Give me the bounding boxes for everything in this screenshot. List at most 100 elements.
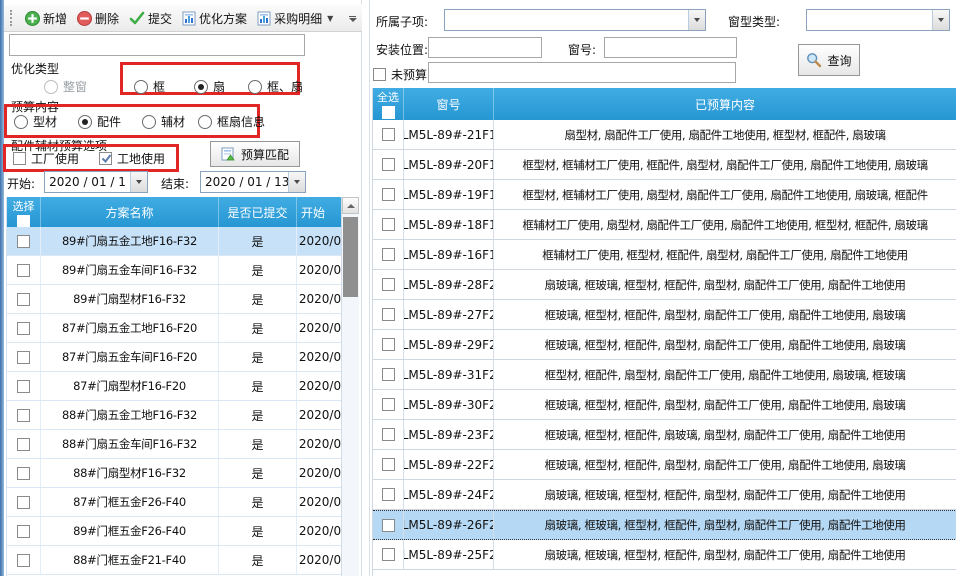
checkbox-factory-use[interactable]: 工厂使用 [13,150,79,167]
plan-table-row[interactable]: 87#门扇五金车间F16-F20 是 2020/0 [7,343,359,372]
plan-table-row[interactable]: 89#门扇型材F16-F32 是 2020/0 [7,285,359,314]
checkbox-site-use[interactable]: 工地使用 [99,150,165,167]
select-column-header[interactable]: 选择 [7,197,41,227]
window-table-row[interactable]: LM5L-89#-30F28 框玻璃, 框型材, 框配件, 扇型材, 扇配件工厂… [373,390,956,420]
row-checkbox[interactable] [382,368,395,381]
window-number-column-header[interactable]: 窗号 [404,88,494,120]
row-checkbox[interactable] [17,264,30,277]
sub-item-dropdown-button[interactable] [688,10,705,30]
row-checkbox[interactable] [17,322,30,335]
window-table-row[interactable]: LM5L-89#-21F19 扇型材, 扇配件工厂使用, 扇配件工地使用, 框型… [373,120,956,150]
row-checkbox[interactable] [382,338,395,351]
plan-table-row[interactable]: 89#门扇五金车间F16-F32 是 2020/0 [7,256,359,285]
plan-table-row[interactable]: 89#门框五金F26-F40 是 2020/0 [7,517,359,546]
row-checkbox[interactable] [17,554,30,567]
window-table-row[interactable]: LM5L-89#-22F20 框玻璃, 框型材, 框配件, 扇型材, 扇配件工厂… [373,450,956,480]
name-column-header[interactable]: 方案名称 [41,197,219,227]
plan-table-row[interactable]: 89#门扇五金工地F16-F32 是 2020/0 [7,227,359,256]
plan-search-input[interactable] [9,34,305,56]
row-checkbox[interactable] [382,218,395,231]
window-table-row[interactable]: LM5L-89#-29F27 框玻璃, 框型材, 框配件, 扇型材, 扇配件工厂… [373,330,956,360]
scrollbar-thumb[interactable] [343,217,358,297]
row-checkbox[interactable] [17,293,30,306]
plan-table-row[interactable]: 88#门扇五金工地F16-F32 是 2020/0 [7,401,359,430]
radio-auxiliary[interactable]: 辅材 [142,113,185,130]
row-checkbox[interactable] [382,158,395,171]
row-checkbox[interactable] [382,308,395,321]
start-date-dropdown-button[interactable] [130,172,147,192]
row-checkbox[interactable] [382,398,395,411]
window-number-input[interactable] [604,37,737,58]
toolbar-overflow-button[interactable] [346,9,359,29]
row-checkbox[interactable] [17,380,30,393]
checkbox-unbudgeted[interactable]: 未预算: [373,66,431,83]
add-button[interactable]: 新增 [20,8,72,29]
row-checkbox[interactable] [17,438,30,451]
window-table-row[interactable]: LM5L-89#-20F18 框型材, 框辅材工厂使用, 框配件, 扇型材, 扇… [373,150,956,180]
row-checkbox[interactable] [17,351,30,364]
plan-table-row[interactable]: 87#门框五金F26-F40 是 2020/0 [7,488,359,517]
budget-match-button[interactable]: 预算匹配 [210,141,300,167]
window-table-row[interactable]: LM5L-89#-26F24 扇玻璃, 框玻璃, 框型材, 框配件, 扇型材, … [373,510,956,540]
submit-button[interactable]: 提交 [124,8,177,29]
radio-profile[interactable]: 型材 [14,113,57,130]
row-checkbox[interactable] [17,525,30,538]
select-all-column-header[interactable]: 全选 [373,88,404,120]
radio-sash[interactable]: 扇 [194,78,225,95]
row-checkbox[interactable] [17,235,30,248]
end-date-dropdown-button[interactable] [288,172,305,192]
window-table-row[interactable]: LM5L-89#-19F17 框型材, 框辅材工厂使用, 扇型材, 扇配件工厂使… [373,180,956,210]
row-checkbox[interactable] [17,467,30,480]
select-all-checkbox[interactable] [17,215,30,227]
row-checkbox[interactable] [382,278,395,291]
budgeted-content-cell: 框辅材工厂使用, 扇型材, 扇配件工厂使用, 扇配件工地使用, 框型材, 框配件… [494,210,956,239]
row-checkbox[interactable] [382,248,395,261]
row-checkbox[interactable] [382,488,395,501]
window-table-row[interactable]: LM5L-89#-31F29 框型材, 框配件, 扇型材, 扇配件工厂使用, 扇… [373,360,956,390]
budgeted-content-column-header[interactable]: 已预算内容 [494,88,956,120]
sub-item-select[interactable] [444,9,706,31]
plan-table-row[interactable]: 87#门扇型材F16-F20 是 2020/0 [7,372,359,401]
window-table-row[interactable]: LM5L-89#-23F21 框玻璃, 框型材, 框配件, 扇玻璃, 扇型材, … [373,420,956,450]
window-table-row[interactable]: LM5L-89#-16F15 框辅材工厂使用, 框型材, 框配件, 扇型材, 扇… [373,240,956,270]
window-table-row[interactable]: LM5L-89#-25F23 扇玻璃, 框玻璃, 框型材, 框配件, 扇型材, … [373,540,956,570]
row-checkbox[interactable] [382,458,395,471]
toolbar-grip[interactable] [10,10,14,26]
delete-button[interactable]: 删除 [72,8,124,29]
radio-frame[interactable]: 框 [134,78,165,95]
row-checkbox[interactable] [17,409,30,422]
plan-table-row[interactable]: 88#门框五金F21-F40 是 2020/0 [7,546,359,575]
row-checkbox[interactable] [382,188,395,201]
plan-table-row[interactable]: 88#门扇型材F16-F32 是 2020/0 [7,459,359,488]
select-all-checkbox[interactable] [382,106,395,119]
radio-frame-sash-info[interactable]: 框扇信息 [198,113,265,130]
row-checkbox[interactable] [17,496,30,509]
window-table-row[interactable]: LM5L-89#-28F26 扇玻璃, 框玻璃, 框型材, 框配件, 扇型材, … [373,270,956,300]
plan-table-scrollbar[interactable] [341,197,359,576]
row-checkbox[interactable] [382,428,395,441]
optimize-plan-button[interactable]: 优化方案 [177,8,252,29]
radio-frame-sash[interactable]: 框、扇 [248,78,303,95]
window-table-row[interactable]: LM5L-89#-18F16 框辅材工厂使用, 扇型材, 扇配件工厂使用, 扇配… [373,210,956,240]
row-checkbox[interactable] [382,128,395,141]
window-table-row[interactable]: LM5L-89#-27F25 框玻璃, 框型材, 框配件, 扇型材, 扇配件工厂… [373,300,956,330]
scroll-up-button[interactable] [342,197,359,214]
start-date-picker[interactable]: 2020 / 01 / 1 [44,171,148,193]
window-type-dropdown-button[interactable] [932,10,949,30]
install-position-input[interactable] [428,37,542,58]
window-type-select[interactable] [806,9,950,31]
query-button[interactable]: 查询 [798,44,860,76]
radio-accessory[interactable]: 配件 [78,113,121,130]
panel-splitter[interactable] [361,0,362,576]
start-column-header[interactable]: 开始 [297,197,342,227]
submitted-column-header[interactable]: 是否已提交 [219,197,297,227]
window-table-row[interactable]: LM5L-89#-24F22 扇玻璃, 框玻璃, 框型材, 框配件, 扇型材, … [373,480,956,510]
radio-whole-window[interactable]: 整窗 [44,78,87,95]
row-checkbox[interactable] [382,519,395,532]
end-date-picker[interactable]: 2020 / 01 / 13 [200,171,306,193]
unbudgeted-input[interactable] [428,62,736,83]
plan-table-row[interactable]: 88#门扇五金车间F16-F32 是 2020/0 [7,430,359,459]
row-checkbox[interactable] [382,548,395,561]
purchase-detail-button[interactable]: 采购明细 ▼ [252,8,338,29]
plan-table-row[interactable]: 87#门扇五金工地F16-F20 是 2020/0 [7,314,359,343]
